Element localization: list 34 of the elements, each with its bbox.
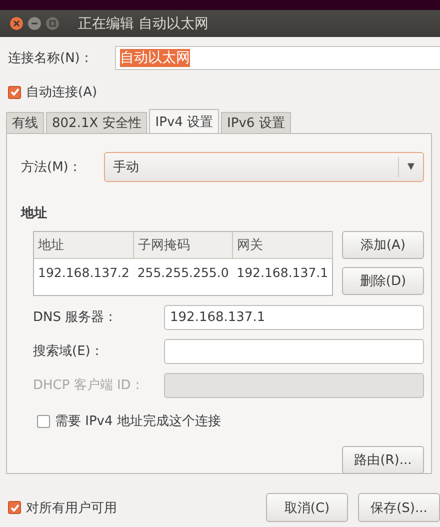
tab[interactable]: 802.1X 安全性: [46, 112, 148, 133]
checkbox-label: 对所有用户可用: [26, 500, 117, 516]
routes-button[interactable]: 路由(R)...: [342, 446, 424, 474]
checkbox-label: 自动连接(A): [26, 84, 98, 101]
button[interactable]: 取消(C): [266, 493, 348, 522]
tab[interactable]: IPv6 设置: [221, 112, 291, 133]
checkbox[interactable]: [37, 414, 50, 428]
section-heading: 地址: [21, 205, 48, 222]
input-field[interactable]: [164, 338, 424, 364]
minimize-icon[interactable]: [28, 17, 41, 30]
button[interactable]: 保存(S)...: [358, 493, 440, 522]
table-cell: 192.168.137.2: [34, 258, 134, 296]
field-label: DNS 服务器：: [33, 309, 118, 326]
field-label: 连接名称(N)：: [8, 50, 94, 67]
field-label: 搜索域(E)：: [33, 343, 104, 360]
field-label: DHCP 客户端 ID：: [33, 377, 145, 394]
table-cell: 192.168.137.1: [232, 258, 332, 296]
column-header[interactable]: 网关: [232, 232, 332, 258]
checkbox[interactable]: [8, 501, 21, 514]
button[interactable]: 添加(A): [342, 231, 424, 259]
maximize-icon[interactable]: [46, 17, 59, 30]
close-icon[interactable]: [10, 17, 23, 30]
tab[interactable]: IPv4 设置: [149, 109, 220, 133]
window-title: 正在编辑 自动以太网: [78, 14, 208, 32]
field-label: 方法(M)：: [21, 159, 82, 176]
checkbox-label: 需要 IPv4 地址完成这个连接: [55, 413, 221, 430]
method-dropdown[interactable]: 手动 ▼: [104, 152, 424, 182]
column-header[interactable]: 子网掩码: [133, 232, 233, 258]
input-field[interactable]: 192.168.137.1: [164, 304, 424, 330]
column-header[interactable]: 地址: [34, 232, 134, 258]
checkbox[interactable]: [8, 86, 21, 98]
table-cell: 255.255.255.0: [133, 258, 233, 296]
tab[interactable]: 有线: [6, 112, 44, 133]
button[interactable]: 删除(D): [342, 267, 424, 295]
